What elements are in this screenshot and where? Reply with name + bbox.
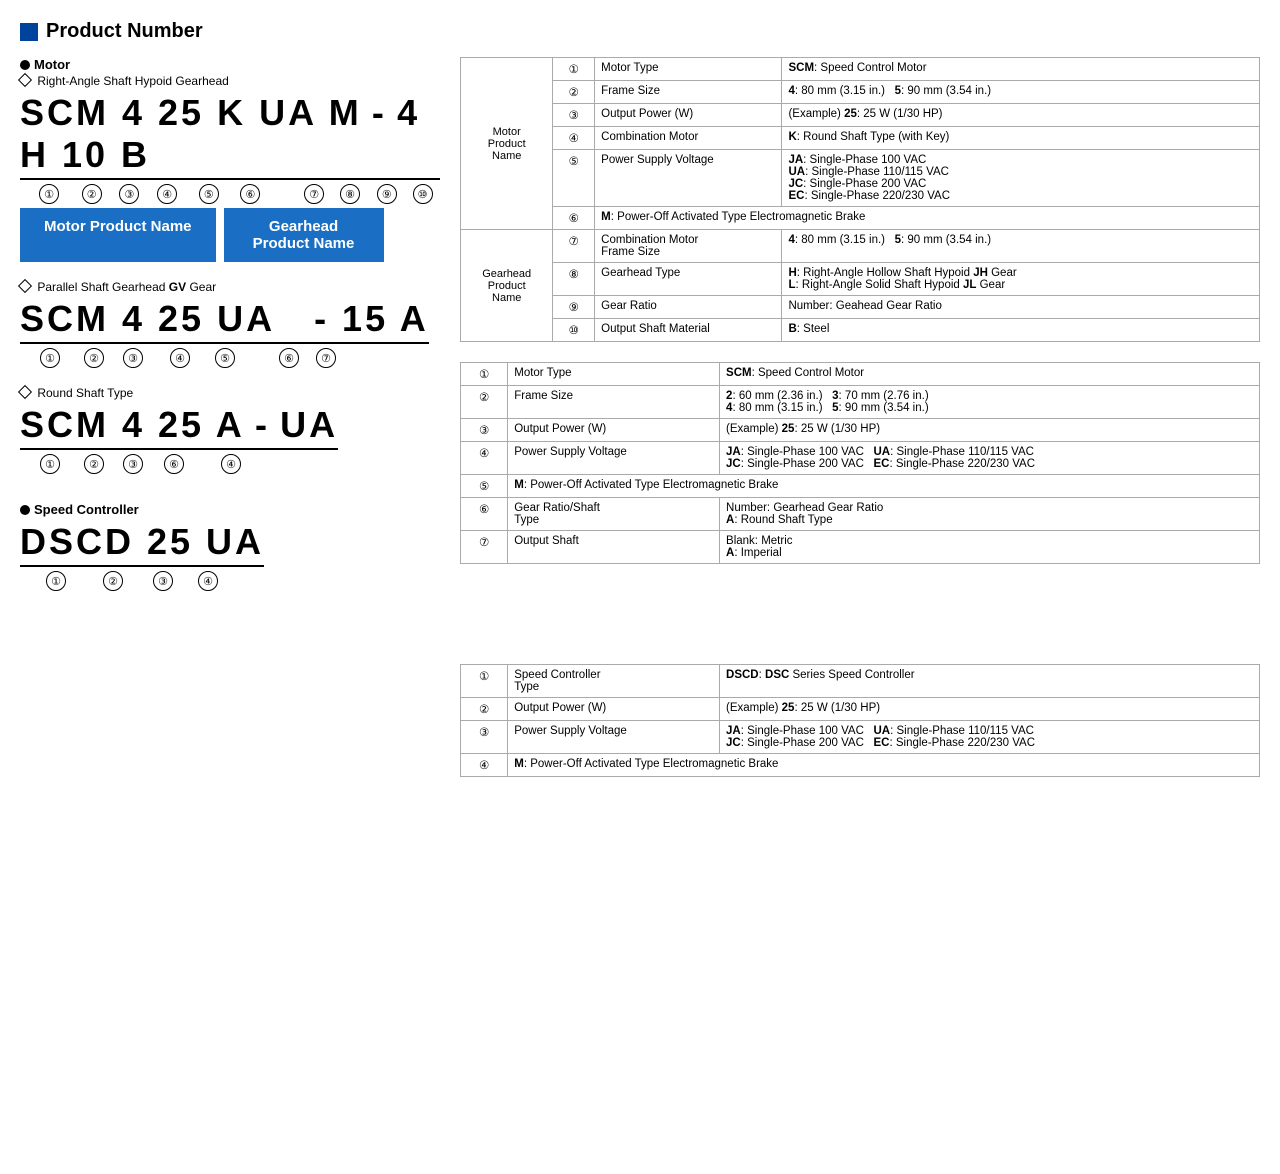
- table-row: ③ Output Power (W) (Example) 25: 25 W (1…: [461, 104, 1260, 127]
- motor-label: Motor: [20, 57, 440, 72]
- left-column: Motor Right-Angle Shaft Hypoid Gearhead …: [20, 57, 440, 591]
- n3-3: ③: [112, 454, 154, 474]
- n1-6: ⑥: [233, 184, 268, 204]
- title-icon: [20, 23, 38, 41]
- table-row: ⑩ Output Shaft Material B: Steel: [461, 319, 1260, 342]
- section2-area: Parallel Shaft Gearhead GV Gear SCM 4 25…: [20, 280, 440, 368]
- value-motor-type: SCM: Speed Control Motor: [782, 58, 1260, 81]
- n2-5: ⑤: [206, 348, 244, 368]
- section3-code: SCM 4 25 A - UA: [20, 404, 338, 445]
- n1-3: ③: [109, 184, 150, 204]
- table1: MotorProductName ① Motor Type SCM: Speed…: [460, 57, 1260, 342]
- n1-7: ⑦: [297, 184, 332, 204]
- n3-2: ②: [76, 454, 112, 474]
- table-row: GearheadProductName ⑦ Combination MotorF…: [461, 230, 1260, 263]
- table-row: ② Frame Size 4: 80 mm (3.15 in.) 5: 90 m…: [461, 81, 1260, 104]
- section2-subtitle: Parallel Shaft Gearhead GV Gear: [20, 280, 440, 294]
- n2-1: ①: [24, 348, 76, 368]
- speed-controller-area: Speed Controller DSCD 25 UA ① ② ③ ④: [20, 502, 440, 591]
- table-row: ⑥ M: Power-Off Activated Type Electromag…: [461, 207, 1260, 230]
- n3-6: ⑥: [154, 454, 194, 474]
- n1-9: ⑨: [368, 184, 405, 204]
- table2: ① Motor Type SCM: Speed Control Motor ② …: [460, 362, 1260, 564]
- table-row: ③ Power Supply Voltage JA: Single-Phase …: [461, 721, 1260, 754]
- section1-code: SCM 4 25 K UA M - 4 H 10 B: [20, 92, 420, 175]
- table-row: ⑤ Power Supply Voltage JA: Single-Phase …: [461, 150, 1260, 207]
- section4-code: DSCD 25 UA: [20, 521, 264, 562]
- section3-subtitle: Round Shaft Type: [20, 386, 440, 400]
- table-row: ⑦ Output Shaft Blank: MetricA: Imperial: [461, 531, 1260, 564]
- section1-num-row: ① ② ③ ④ ⑤ ⑥ ⑦ ⑧ ⑨ ⑩: [20, 180, 440, 204]
- table-row: ① Motor Type SCM: Speed Control Motor: [461, 363, 1260, 386]
- diamond2-icon: [18, 279, 32, 293]
- n1-5: ⑤: [185, 184, 233, 204]
- n1-1: ①: [24, 184, 74, 204]
- diamond1-icon: [18, 73, 32, 87]
- n4-3: ③: [138, 571, 188, 591]
- section1-subtitle: Right-Angle Shaft Hypoid Gearhead: [20, 74, 440, 88]
- gearhead-product-name-box: Gearhead Product Name: [224, 208, 384, 262]
- section3-num-row: ① ② ③ ⑥ ④: [20, 450, 440, 474]
- n4-1: ①: [24, 571, 88, 591]
- section4-num-row: ① ② ③ ④: [20, 567, 440, 591]
- n1-10: ⑩: [405, 184, 440, 204]
- n1-8: ⑧: [332, 184, 369, 204]
- n2-3: ③: [112, 348, 154, 368]
- spacer: [460, 584, 1260, 664]
- speed-controller-label: Speed Controller: [20, 502, 440, 517]
- table-row: ② Frame Size 2: 60 mm (2.36 in.) 3: 70 m…: [461, 386, 1260, 419]
- section2-num-row: ① ② ③ ④ ⑤ ⑥ ⑦: [20, 344, 440, 368]
- group-motor: MotorProductName: [461, 58, 553, 230]
- sc-bullet: [20, 505, 30, 515]
- section3-area: Round Shaft Type SCM 4 25 A - UA ① ② ③ ⑥…: [20, 386, 440, 474]
- main-title: Product Number: [20, 20, 1260, 43]
- n2-4: ④: [154, 348, 206, 368]
- n1-2: ②: [74, 184, 109, 204]
- n2-6: ⑥: [270, 348, 308, 368]
- n3-1: ①: [24, 454, 76, 474]
- table-row: ④ Combination Motor K: Round Shaft Type …: [461, 127, 1260, 150]
- n4-4: ④: [188, 571, 228, 591]
- motor-product-name-box: Motor Product Name: [20, 208, 216, 262]
- label-motor-type: Motor Type: [595, 58, 782, 81]
- table-row: ② Output Power (W) (Example) 25: 25 W (1…: [461, 698, 1260, 721]
- table-row: ④ M: Power-Off Activated Type Electromag…: [461, 754, 1260, 777]
- table-row: MotorProductName ① Motor Type SCM: Speed…: [461, 58, 1260, 81]
- table-row: ③ Output Power (W) (Example) 25: 25 W (1…: [461, 419, 1260, 442]
- n3-4: ④: [210, 454, 252, 474]
- table-row: ⑥ Gear Ratio/ShaftType Number: Gearhead …: [461, 498, 1260, 531]
- title-text: Product Number: [46, 20, 203, 43]
- n2-2: ②: [76, 348, 112, 368]
- table3: ① Speed ControllerType DSCD: DSC Series …: [460, 664, 1260, 777]
- n1-4: ④: [150, 184, 185, 204]
- n4-2: ②: [88, 571, 138, 591]
- table-row: ⑨ Gear Ratio Number: Geahead Gear Ratio: [461, 296, 1260, 319]
- section1-code-area: SCM 4 25 K UA M - 4 H 10 B ① ② ③ ④ ⑤ ⑥ ⑦…: [20, 92, 440, 204]
- section2-code: SCM 4 25 UA - 15 A: [20, 298, 429, 339]
- group-gearhead: GearheadProductName: [461, 230, 553, 342]
- table-row: ① Speed ControllerType DSCD: DSC Series …: [461, 665, 1260, 698]
- num-cell: ①: [553, 58, 595, 81]
- n2-7: ⑦: [308, 348, 344, 368]
- motor-bullet: [20, 60, 30, 70]
- table-row: ⑧ Gearhead Type H: Right-Angle Hollow Sh…: [461, 263, 1260, 296]
- name-boxes: Motor Product Name Gearhead Product Name: [20, 208, 440, 262]
- table-row: ④ Power Supply Voltage JA: Single-Phase …: [461, 442, 1260, 475]
- right-column: MotorProductName ① Motor Type SCM: Speed…: [460, 57, 1260, 797]
- table-row: ⑤ M: Power-Off Activated Type Electromag…: [461, 475, 1260, 498]
- diamond3-icon: [18, 385, 32, 399]
